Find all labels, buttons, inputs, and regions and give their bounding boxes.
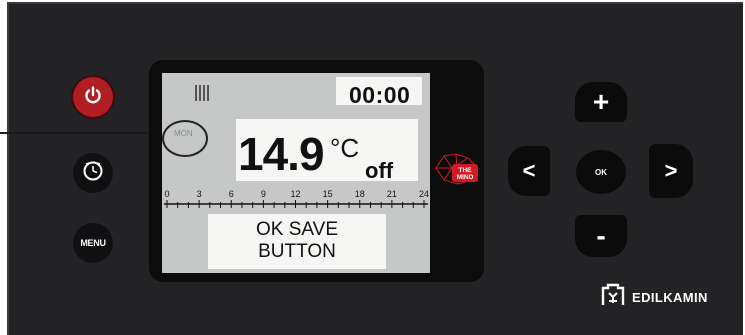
left-button[interactable]: <: [508, 146, 550, 196]
clock-time: 00:00: [349, 82, 411, 108]
hour-label: 12: [290, 189, 300, 199]
temperature-value: 14.9: [238, 128, 325, 180]
clock-button[interactable]: [73, 153, 113, 193]
hour-label: 0: [164, 189, 169, 199]
hour-label: 15: [323, 189, 333, 199]
increase-button[interactable]: +: [575, 82, 627, 122]
left-arrow-label: <: [522, 158, 536, 183]
message-line-2: BUTTON: [258, 241, 336, 262]
message-line-1: OK SAVE: [255, 219, 338, 240]
menu-button-label: MENU: [80, 238, 106, 248]
mode-status: off: [365, 158, 394, 183]
power-icon: [83, 85, 103, 110]
lcd-screen: 00:00 MON 14.9 °C off 0 3 6 9 12 15 18 21 24 OK …: [162, 73, 430, 273]
ok-button[interactable]: OK: [576, 150, 626, 194]
hour-label: 21: [387, 189, 397, 199]
control-panel: MENU 00:00 MON 14.9 °C off 0 3 6 9 12 15 18 21 2…: [0, 0, 745, 335]
minus-label: -: [596, 220, 606, 251]
hour-label: 3: [197, 189, 202, 199]
plus-label: +: [592, 86, 610, 117]
hour-label: 6: [229, 189, 234, 199]
hour-label: 9: [261, 189, 266, 199]
flame-bars-icon: [195, 85, 211, 101]
logo-line-1: THE: [459, 167, 473, 174]
hour-scale: 0 3 6 9 12 15 18 21 24: [164, 189, 429, 208]
ok-label: OK: [595, 167, 607, 177]
hour-label: 18: [355, 189, 365, 199]
brand-logo: EDILKAMIN: [600, 282, 708, 312]
menu-button[interactable]: MENU: [73, 223, 113, 263]
right-button[interactable]: >: [649, 144, 693, 198]
logo-line-2: MIND: [457, 174, 474, 181]
clock-icon: [82, 160, 104, 187]
power-button[interactable]: [73, 77, 113, 117]
the-mind-logo-icon: THE MIND: [432, 150, 480, 188]
decrease-button[interactable]: -: [575, 215, 627, 257]
status-message: OK SAVE BUTTON: [208, 219, 386, 263]
callout-line: [0, 132, 165, 134]
edilkamin-logo-icon: [600, 283, 626, 312]
hour-label: 24: [419, 189, 429, 199]
brand-name: EDILKAMIN: [632, 289, 708, 305]
right-arrow-label: >: [664, 158, 678, 183]
day-highlight-circle: [162, 120, 208, 157]
temperature-unit: °C: [330, 133, 360, 163]
